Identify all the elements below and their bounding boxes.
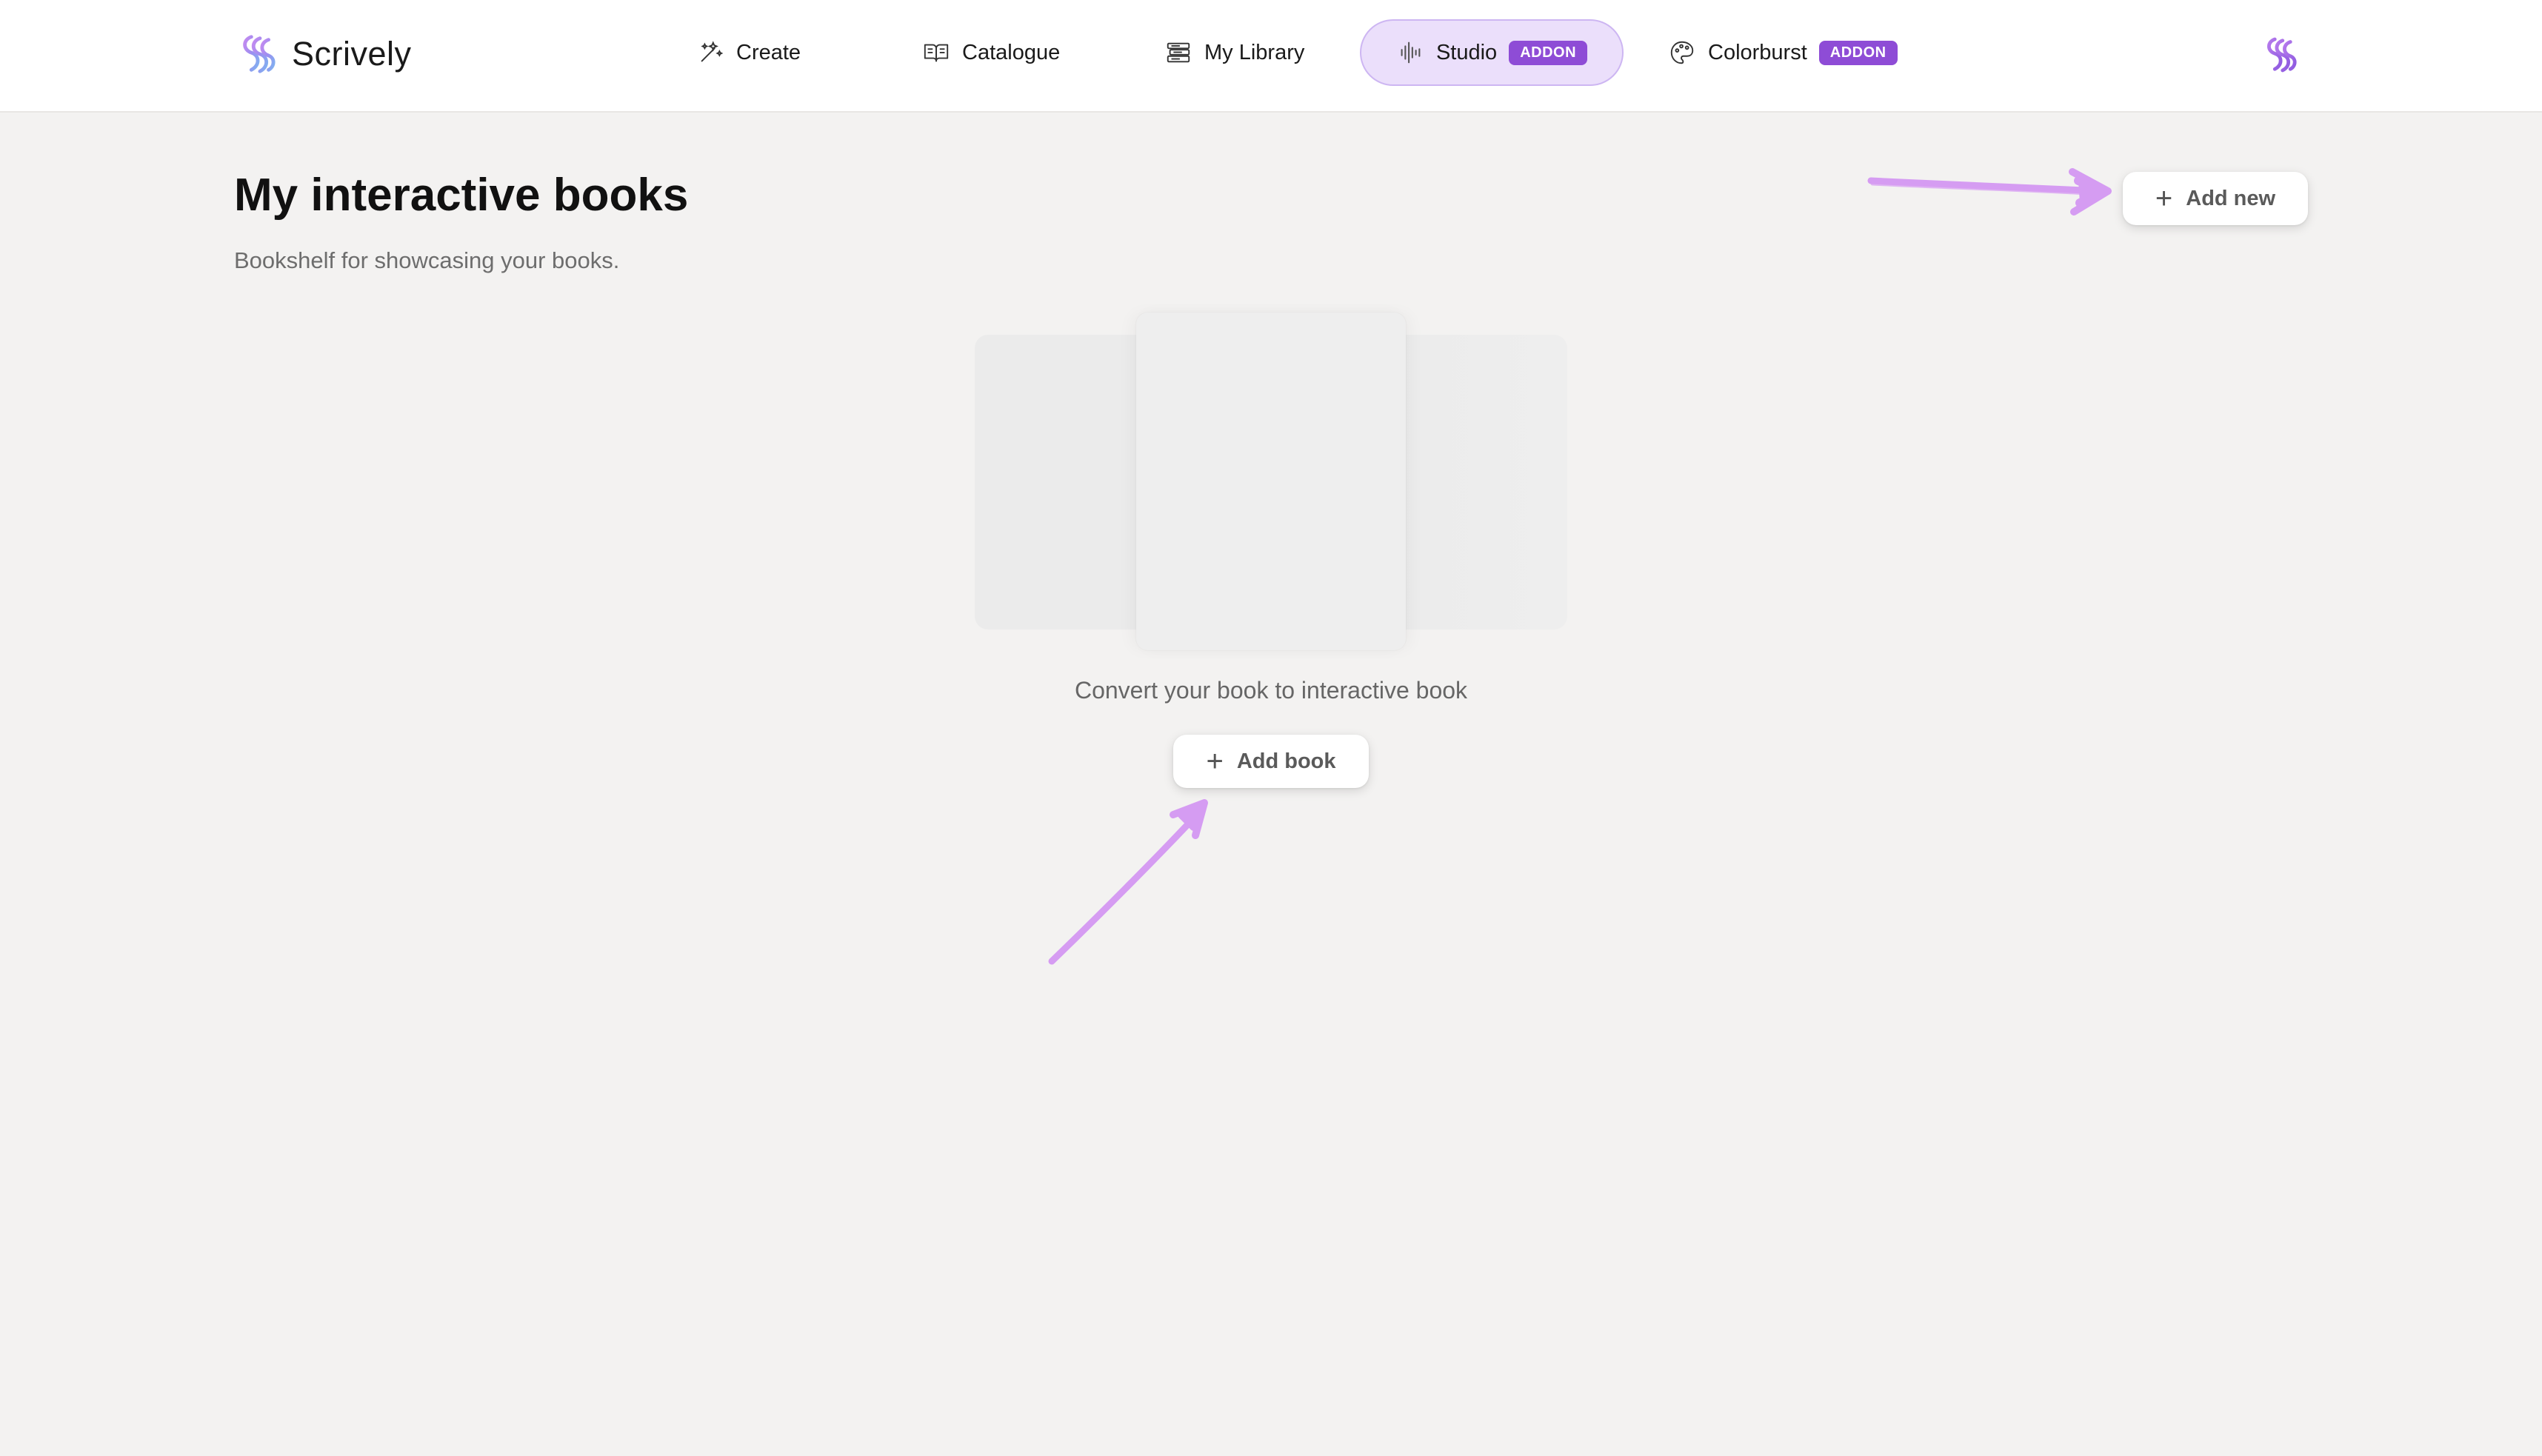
audio-waveform-icon	[1396, 39, 1424, 67]
nav-item-catalogue[interactable]: Catalogue	[922, 19, 1060, 86]
add-new-label: Add new	[2186, 186, 2276, 210]
nav-item-my-library[interactable]: My Library	[1164, 19, 1304, 86]
nav-item-label: Catalogue	[962, 40, 1061, 64]
app-logo[interactable]: Scrively	[236, 28, 412, 80]
add-new-button[interactable]: + Add new	[2123, 172, 2308, 225]
plus-icon: +	[2155, 182, 2173, 215]
page-subtitle: Bookshelf for showcasing your books.	[234, 247, 620, 273]
arrow-to-add-book	[1048, 799, 1208, 965]
palette-icon	[1668, 39, 1696, 67]
arrow-to-add-new	[1867, 168, 2112, 216]
nav-item-label: Colorburst	[1708, 40, 1807, 64]
scrively-logo-icon	[243, 35, 276, 73]
nav-item-studio[interactable]: Studio ADDON	[1360, 19, 1624, 86]
profile-logo-icon[interactable]	[2261, 34, 2302, 76]
nav-item-label: Studio	[1435, 40, 1498, 64]
nav-item-label: My Library	[1204, 40, 1305, 64]
books-stack-icon	[1164, 39, 1192, 67]
add-book-label: Add book	[1236, 749, 1336, 773]
empty-state-caption: Convert your book to interactive book	[1074, 677, 1468, 704]
top-navigation-bar: Scrively Create Catalogue My Library Stu…	[0, 0, 2542, 113]
addon-badge: ADDON	[1509, 40, 1588, 65]
book-placeholder-center	[1136, 313, 1406, 650]
open-book-icon	[922, 39, 950, 67]
page-title: My interactive books	[234, 170, 689, 221]
magic-wand-icon	[696, 39, 724, 67]
app-name: Scrively	[292, 35, 412, 73]
nav-item-colorburst[interactable]: Colorburst ADDON	[1668, 19, 1898, 86]
nav-item-create[interactable]: Create	[696, 19, 801, 86]
add-book-button[interactable]: + Add book	[1173, 735, 1369, 788]
plus-icon: +	[1206, 745, 1224, 778]
addon-badge: ADDON	[1818, 40, 1898, 65]
nav-item-label: Create	[736, 40, 801, 64]
